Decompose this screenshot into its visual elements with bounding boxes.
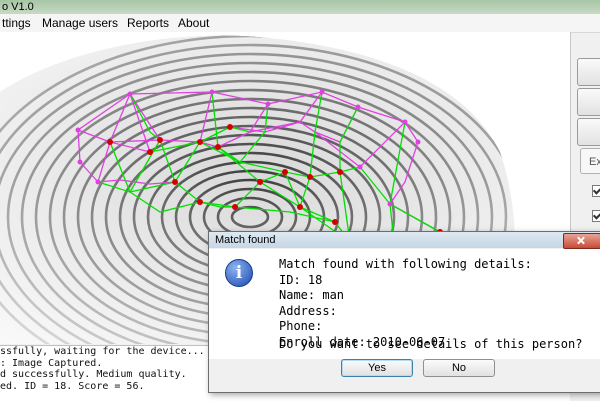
match-id: ID: 18 [279, 272, 323, 287]
match-phone: Phone: [279, 319, 323, 333]
close-icon[interactable] [563, 233, 600, 249]
option-checkbox-2[interactable] [592, 210, 600, 222]
dialog-title-bar: Match found [209, 232, 600, 249]
info-icon: i [225, 259, 253, 287]
no-button[interactable]: No [423, 359, 495, 377]
dialog-body: i Match found with following details: ID… [209, 249, 600, 359]
exit-button[interactable]: Ex [580, 148, 600, 174]
menu-bar: ttings Manage users Reports About [0, 14, 600, 33]
menu-about[interactable]: About [176, 14, 211, 32]
match-address: Address: [279, 303, 337, 318]
match-found-dialog: Match found i Match found with following… [208, 231, 600, 393]
window-title: o V1.0 [2, 1, 34, 13]
side-button-2[interactable] [577, 88, 600, 116]
side-button-1[interactable] [577, 58, 600, 86]
menu-reports[interactable]: Reports [125, 14, 171, 32]
yes-button[interactable]: Yes [341, 359, 413, 377]
match-name: Name: man [279, 288, 345, 302]
side-button-3[interactable] [577, 118, 600, 146]
window-title-bar: o V1.0 [0, 0, 600, 14]
option-checkbox-1[interactable] [592, 185, 600, 197]
match-heading: Match found with following details: [279, 257, 532, 271]
menu-settings[interactable]: ttings [0, 14, 33, 32]
menu-manage-users[interactable]: Manage users [40, 14, 120, 32]
dialog-title: Match found [215, 234, 276, 246]
details-question: Do you want to see details of this perso… [279, 337, 583, 351]
